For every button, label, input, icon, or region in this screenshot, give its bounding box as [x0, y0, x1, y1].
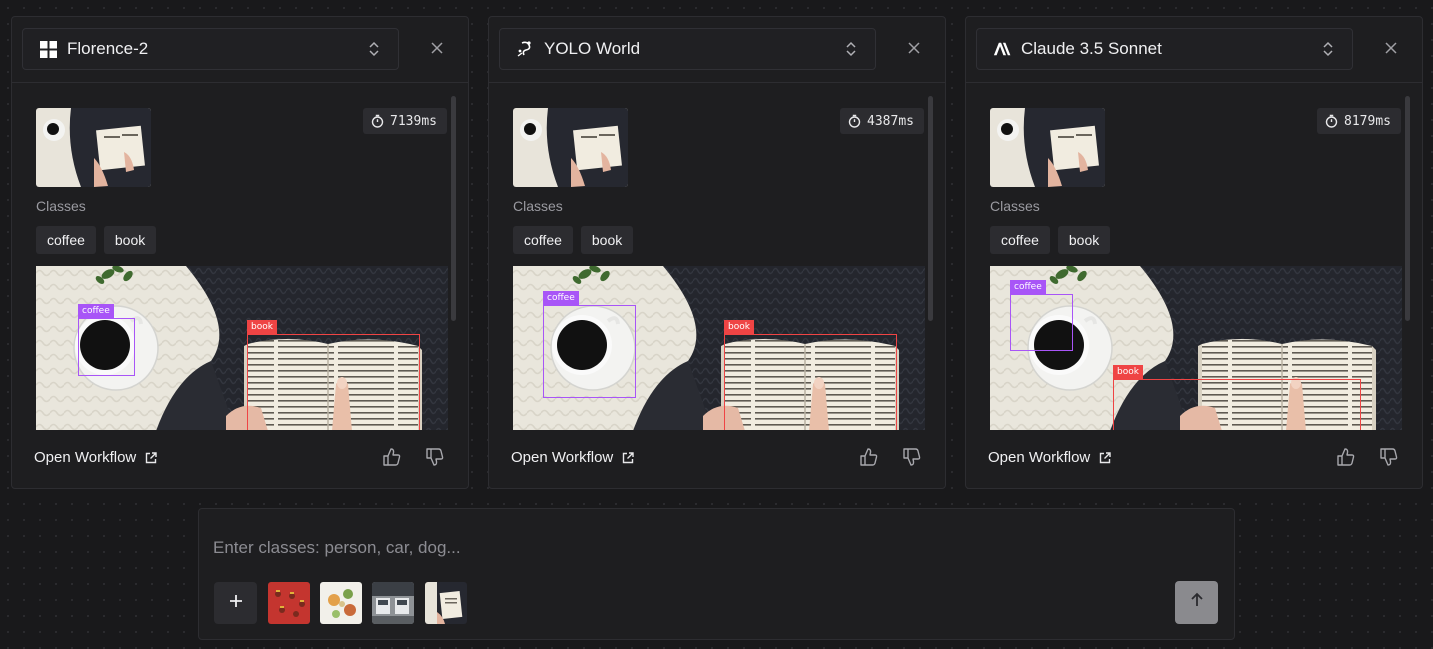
inference-time-badge: 8179ms [1317, 108, 1401, 134]
chevron-up-down-icon [845, 40, 857, 58]
model-panel-florence: Florence-2 7139ms Classes coffee book co… [11, 16, 469, 489]
class-chip: book [580, 226, 634, 254]
arrow-up-icon [1189, 592, 1205, 613]
thumbs-up-icon[interactable] [382, 447, 406, 471]
panel-content[interactable]: 4387ms Classes coffee book coffee book [489, 84, 945, 430]
stopwatch-icon [848, 114, 861, 128]
stopwatch-icon [371, 114, 384, 128]
model-name: Claude 3.5 Sonnet [1021, 39, 1162, 58]
panel-content[interactable]: 7139ms Classes coffee book coffee book [12, 84, 468, 430]
add-image-button[interactable] [214, 582, 257, 624]
thumbs-down-icon[interactable] [902, 447, 926, 471]
model-name: YOLO World [544, 39, 641, 58]
panel-header: Claude 3.5 Sonnet [966, 17, 1422, 83]
open-workflow-label: Open Workflow [988, 449, 1091, 466]
classes-label: Classes [36, 198, 86, 214]
sample-image-trucks[interactable] [372, 582, 414, 624]
detection-result-image: coffee book [990, 266, 1402, 430]
close-panel-button[interactable] [422, 35, 452, 65]
open-workflow-link[interactable]: Open Workflow [988, 449, 1111, 466]
input-image-thumbnail [990, 108, 1105, 187]
model-panel-claude: Claude 3.5 Sonnet 8179ms Classes coffee … [965, 16, 1423, 489]
input-image-thumbnail [36, 108, 151, 187]
model-panel-yolo-world: YOLO World 4387ms Classes coffee book co… [488, 16, 946, 489]
thumbs-down-icon[interactable] [425, 447, 449, 471]
external-link-icon [1100, 451, 1111, 463]
scrollbar[interactable] [1405, 96, 1410, 321]
inference-time-badge: 4387ms [840, 108, 924, 134]
class-chips: coffee book [990, 226, 1111, 254]
panel-footer: Open Workflow [12, 447, 468, 477]
model-selector[interactable]: Florence-2 [22, 28, 399, 70]
panel-header: YOLO World [489, 17, 945, 83]
open-workflow-link[interactable]: Open Workflow [511, 449, 634, 466]
panel-footer: Open Workflow [489, 447, 945, 477]
inference-time: 8179ms [1344, 113, 1391, 129]
close-icon [908, 41, 920, 59]
class-chip: book [1057, 226, 1111, 254]
input-image-thumbnail [513, 108, 628, 187]
plus-icon [229, 594, 243, 613]
classes-label: Classes [513, 198, 563, 214]
sample-image-book[interactable] [425, 582, 467, 624]
close-icon [431, 41, 443, 59]
model-selector[interactable]: Claude 3.5 Sonnet [976, 28, 1353, 70]
detection-result-image: coffee book [36, 266, 448, 430]
class-chips: coffee book [513, 226, 634, 254]
chevron-up-down-icon [368, 40, 380, 58]
detection-result-image: coffee book [513, 266, 925, 430]
model-name: Florence-2 [67, 39, 149, 58]
class-prompt-composer [198, 508, 1235, 640]
scrollbar[interactable] [451, 96, 456, 321]
chevron-up-down-icon [1322, 40, 1334, 58]
anthropic-icon [993, 40, 1011, 58]
open-workflow-link[interactable]: Open Workflow [34, 449, 157, 466]
windows-grid-icon [39, 40, 57, 58]
thumbs-down-icon[interactable] [1379, 447, 1403, 471]
sample-image-food[interactable] [320, 582, 362, 624]
panel-header: Florence-2 [12, 17, 468, 83]
inference-time-badge: 7139ms [363, 108, 447, 134]
open-workflow-label: Open Workflow [34, 449, 137, 466]
classes-label: Classes [990, 198, 1040, 214]
classes-input[interactable] [213, 533, 1113, 563]
class-chip: coffee [36, 226, 96, 254]
yolo-world-icon [516, 40, 534, 58]
external-link-icon [146, 451, 157, 463]
class-chips: coffee book [36, 226, 157, 254]
thumbs-up-icon[interactable] [859, 447, 883, 471]
scrollbar[interactable] [928, 96, 933, 321]
panel-content[interactable]: 8179ms Classes coffee book coffee book [966, 84, 1422, 430]
thumbs-up-icon[interactable] [1336, 447, 1360, 471]
external-link-icon [623, 451, 634, 463]
class-chip: coffee [990, 226, 1050, 254]
class-chip: coffee [513, 226, 573, 254]
close-panel-button[interactable] [1376, 35, 1406, 65]
inference-time: 7139ms [390, 113, 437, 129]
close-icon [1385, 41, 1397, 59]
panel-footer: Open Workflow [966, 447, 1422, 477]
model-selector[interactable]: YOLO World [499, 28, 876, 70]
inference-time: 4387ms [867, 113, 914, 129]
open-workflow-label: Open Workflow [511, 449, 614, 466]
class-chip: book [103, 226, 157, 254]
sample-image-red-pattern[interactable] [268, 582, 310, 624]
close-panel-button[interactable] [899, 35, 929, 65]
stopwatch-icon [1325, 114, 1338, 128]
send-button[interactable] [1175, 581, 1218, 624]
